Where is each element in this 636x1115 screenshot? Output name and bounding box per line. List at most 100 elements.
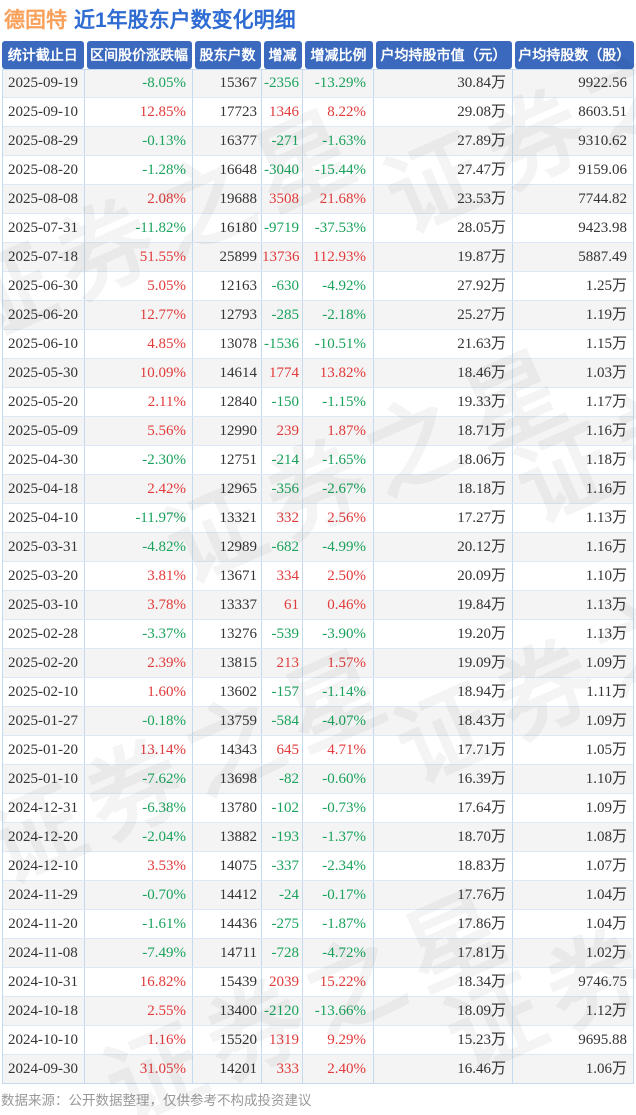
table-row: 2025-02-20 2.39% 13815 213 1.57% 19.09万 1.09万 <box>2 649 634 678</box>
delta-cell: 239 <box>262 417 303 445</box>
delta-pct-cell: -4.99% <box>303 533 374 561</box>
delta-cell: 3508 <box>262 185 303 213</box>
delta-cell: -2356 <box>262 69 303 97</box>
holders-cell: 25899 <box>193 243 262 271</box>
holders-cell: 13321 <box>193 504 262 532</box>
delta-pct-cell: 15.22% <box>303 968 374 996</box>
avg-shares-cell: 1.04万 <box>585 887 627 903</box>
holders-cell: 14075 <box>193 852 262 880</box>
delta-pct-cell: 9.29% <box>303 1026 374 1054</box>
date-cell: 2025-01-27 <box>2 707 85 735</box>
table-row: 2024-12-10 3.53% 14075 -337 -2.34% 18.83万 1.07… <box>2 852 634 881</box>
avg-value-cell: 27.89万 <box>374 127 513 155</box>
table-row: 2024-11-29 -0.70% 14412 -24 -0.17% 17.76万 1.04… <box>2 881 634 910</box>
delta-pct-cell: 1.57% <box>303 649 374 677</box>
delta-cell: 13736 <box>262 243 303 271</box>
holders-cell: 13276 <box>193 620 262 648</box>
avg-shares-cell: 1.12万 <box>585 1003 627 1019</box>
delta-pct-cell: 112.93% <box>303 243 374 271</box>
table-row: 2025-04-10 -11.97% 13321 332 2.56% 17.27万 1.13… <box>2 504 634 533</box>
delta-pct-cell: -0.60% <box>303 765 374 793</box>
avg-value-cell: 30.84万 <box>374 69 513 97</box>
column-header-change_ratio: 增减比例 <box>303 41 374 69</box>
price-change-cell: 5.05% <box>85 272 193 300</box>
avg-value-cell: 18.46万 <box>374 359 513 387</box>
avg-shares-cell: 1.25万 <box>585 278 627 294</box>
table-row: 2025-05-30 10.09% 14614 1774 13.82% 18.46万 1.0… <box>2 359 634 388</box>
table-row: 2025-01-20 13.14% 14343 645 4.71% 17.71万 1.05万 <box>2 736 634 765</box>
date-cell: 2025-09-19 <box>2 69 85 97</box>
table-body: 2025-09-19 -8.05% 15367 -2356 -13.29% 30.84万 9… <box>2 69 634 1084</box>
table-row: 2024-12-31 -6.38% 13780 -102 -0.73% 17.64万 1.0… <box>2 794 634 823</box>
holders-cell: 17723 <box>193 98 262 126</box>
date-cell: 2024-12-20 <box>2 823 85 851</box>
table-row: 2025-02-10 1.60% 13602 -157 -1.14% 18.94万 1.11… <box>2 678 634 707</box>
avg-shares-cell: 9922.56 <box>578 75 627 91</box>
delta-cell: 213 <box>262 649 303 677</box>
delta-cell: -150 <box>262 388 303 416</box>
price-change-cell: 3.81% <box>85 562 193 590</box>
holders-cell: 12990 <box>193 417 262 445</box>
holders-cell: 13815 <box>193 649 262 677</box>
avg-value-cell: 19.84万 <box>374 591 513 619</box>
holders-cell: 15439 <box>193 968 262 996</box>
avg-shares-cell: 1.09万 <box>585 713 627 729</box>
delta-pct-cell: -2.34% <box>303 852 374 880</box>
delta-cell: 2039 <box>262 968 303 996</box>
holders-cell: 13759 <box>193 707 262 735</box>
avg-value-cell: 18.71万 <box>374 417 513 445</box>
holders-cell: 13337 <box>193 591 262 619</box>
table-row: 2025-03-10 3.78% 13337 61 0.46% 19.84万 1.13万 <box>2 591 634 620</box>
delta-pct-cell: -1.87% <box>303 910 374 938</box>
date-cell: 2024-10-18 <box>2 997 85 1025</box>
price-change-cell: -0.70% <box>85 881 193 909</box>
avg-value-cell: 17.76万 <box>374 881 513 909</box>
table-row: 2025-03-31 -4.82% 12989 -682 -4.99% 20.12万 1.1… <box>2 533 634 562</box>
avg-shares-cell: 1.10万 <box>585 771 627 787</box>
delta-cell: -193 <box>262 823 303 851</box>
avg-value-cell: 28.05万 <box>374 214 513 242</box>
delta-cell: -214 <box>262 446 303 474</box>
date-cell: 2025-06-20 <box>2 301 85 329</box>
table-row: 2024-12-20 -2.04% 13882 -193 -1.37% 18.70万 1.0… <box>2 823 634 852</box>
price-change-cell: -1.28% <box>85 156 193 184</box>
avg-value-cell: 17.64万 <box>374 794 513 822</box>
delta-pct-cell: -15.44% <box>303 156 374 184</box>
date-cell: 2025-08-20 <box>2 156 85 184</box>
delta-cell: 333 <box>262 1055 303 1084</box>
delta-pct-cell: -37.53% <box>303 214 374 242</box>
price-change-cell: -4.82% <box>85 533 193 561</box>
holders-cell: 19688 <box>193 185 262 213</box>
table-row: 2025-09-10 12.85% 17723 1346 8.22% 29.08万 8603… <box>2 98 634 127</box>
table-row: 2025-06-20 12.77% 12793 -285 -2.18% 25.27万 1.1… <box>2 301 634 330</box>
delta-pct-cell: 21.68% <box>303 185 374 213</box>
price-change-cell: -3.37% <box>85 620 193 648</box>
price-change-cell: 3.53% <box>85 852 193 880</box>
date-cell: 2025-02-20 <box>2 649 85 677</box>
delta-pct-cell: -0.17% <box>303 881 374 909</box>
price-change-cell: -0.18% <box>85 707 193 735</box>
delta-pct-cell: -1.65% <box>303 446 374 474</box>
price-change-cell: 1.60% <box>85 678 193 706</box>
delta-pct-cell: 1.87% <box>303 417 374 445</box>
avg-shares-cell: 1.19万 <box>585 307 627 323</box>
delta-pct-cell: 13.82% <box>303 359 374 387</box>
delta-cell: -285 <box>262 301 303 329</box>
holders-cell: 14711 <box>193 939 262 967</box>
delta-pct-cell: -4.72% <box>303 939 374 967</box>
holders-cell: 13078 <box>193 330 262 358</box>
delta-pct-cell: -10.51% <box>303 330 374 358</box>
date-cell: 2024-11-29 <box>2 881 85 909</box>
avg-value-cell: 29.08万 <box>374 98 513 126</box>
avg-value-cell: 17.86万 <box>374 910 513 938</box>
holders-cell: 12989 <box>193 533 262 561</box>
date-cell: 2024-12-10 <box>2 852 85 880</box>
avg-value-cell: 25.27万 <box>374 301 513 329</box>
avg-shares-cell: 8603.51 <box>578 104 627 120</box>
delta-cell: -584 <box>262 707 303 735</box>
holders-cell: 12793 <box>193 301 262 329</box>
date-cell: 2025-08-08 <box>2 185 85 213</box>
avg-value-cell: 18.43万 <box>374 707 513 735</box>
date-cell: 2024-09-30 <box>2 1055 85 1084</box>
avg-shares-cell: 1.09万 <box>585 800 627 816</box>
